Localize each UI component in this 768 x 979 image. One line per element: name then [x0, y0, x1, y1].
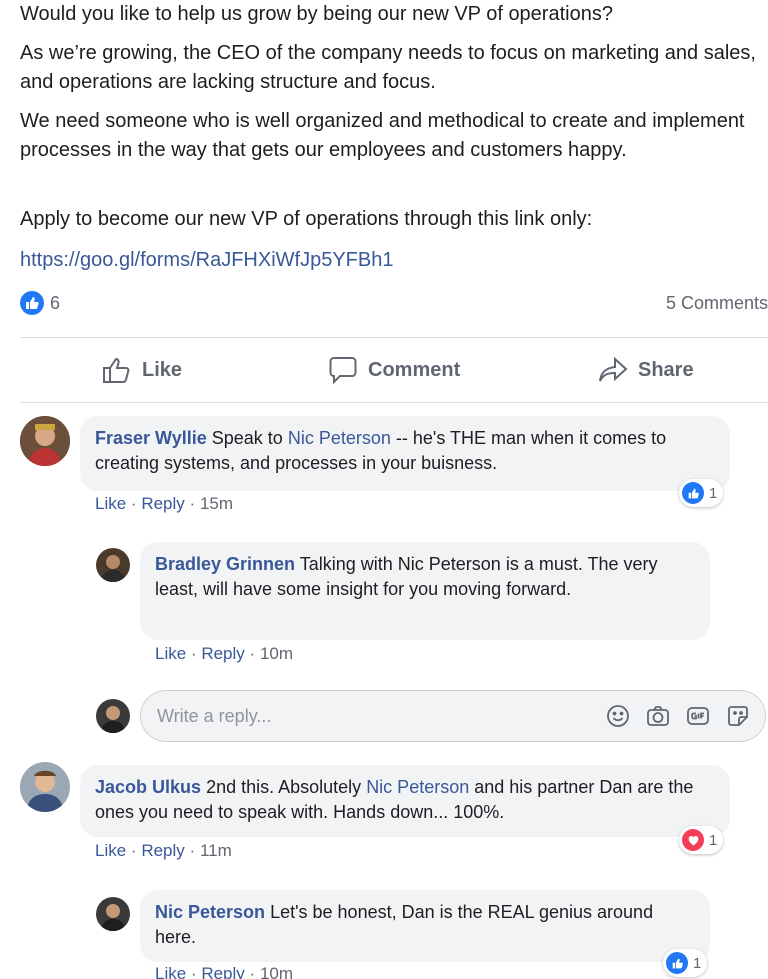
comment-like-link[interactable]: Like — [155, 964, 186, 979]
reaction-bar: 6 5 Comments — [20, 291, 768, 319]
comment-time[interactable]: 10m — [260, 964, 293, 979]
comment-author[interactable]: Nic Peterson — [155, 902, 265, 922]
emoji-icon[interactable] — [605, 703, 631, 729]
post-paragraph-2: As we’re growing, the CEO of the company… — [20, 42, 756, 93]
comment-bubble: Nic Peterson Let's be honest, Dan is the… — [140, 890, 710, 962]
comment-author[interactable]: Jacob Ulkus — [95, 777, 201, 797]
post-paragraph-4: Apply to become our new VP of operations… — [20, 208, 593, 230]
avatar[interactable] — [20, 762, 70, 812]
reaction-badge[interactable]: 1 — [679, 479, 724, 507]
comment-button[interactable]: Comment — [328, 348, 460, 392]
reaction-badge[interactable]: 1 — [663, 949, 708, 977]
avatar[interactable] — [20, 416, 70, 466]
share-icon — [599, 356, 628, 382]
post-paragraph-3: We need someone who is well organized an… — [20, 110, 745, 161]
heart-icon — [688, 835, 698, 845]
comment-reply-link[interactable]: Reply — [201, 964, 244, 979]
like-icon — [688, 488, 699, 498]
avatar[interactable] — [96, 897, 130, 931]
reaction-count[interactable]: 6 — [50, 293, 60, 313]
comment-bubble: Jacob Ulkus 2nd this. Absolutely Nic Pet… — [80, 765, 730, 837]
comment-reply-link[interactable]: Reply — [141, 494, 184, 513]
comment-text: Speak to — [211, 428, 283, 448]
divider — [20, 337, 768, 338]
reaction-count: 1 — [709, 831, 718, 849]
reply-input[interactable]: Write a reply... — [140, 690, 766, 742]
comment-meta: Like · Reply · 11m — [95, 841, 232, 860]
share-label: Share — [638, 358, 694, 381]
reply-placeholder: Write a reply... — [157, 705, 272, 726]
comment-label: Comment — [368, 358, 461, 381]
comment-bubble: Bradley Grinnen Talking with Nic Peterso… — [140, 542, 710, 640]
thumbs-up-icon — [103, 357, 130, 383]
mention-link[interactable]: Nic Peterson — [288, 428, 391, 448]
comment-meta: Like · Reply · 10m — [155, 964, 293, 979]
comment-bubble: Fraser Wyllie Speak to Nic Peterson -- h… — [80, 416, 730, 491]
post-paragraph-1: Would you like to help us grow by being … — [20, 3, 613, 25]
like-icon — [672, 958, 683, 968]
divider — [20, 402, 768, 403]
post-actions: Like Comment Share — [20, 348, 768, 392]
comment-like-link[interactable]: Like — [155, 644, 186, 663]
comment-time[interactable]: 11m — [200, 841, 232, 860]
avatar — [96, 699, 130, 733]
comment-meta: Like · Reply · 10m — [155, 644, 294, 663]
sticker-icon[interactable] — [725, 703, 751, 729]
comment-time[interactable]: 10m — [260, 644, 293, 663]
post-link[interactable]: https://goo.gl/forms/RaJFHXiWfJp5YFBh1 — [20, 246, 760, 275]
comment-icon — [329, 357, 357, 384]
comment-text: 2nd this. Absolutely — [206, 777, 362, 797]
like-button[interactable]: Like — [102, 348, 182, 392]
avatar[interactable] — [96, 548, 130, 582]
like-reaction-icon[interactable] — [20, 291, 44, 315]
camera-icon[interactable] — [645, 703, 671, 729]
comment-reply-link[interactable]: Reply — [201, 644, 244, 663]
comment-time[interactable]: 15m — [200, 494, 233, 513]
comment-like-link[interactable]: Like — [95, 494, 126, 513]
comment-author[interactable]: Fraser Wyllie — [95, 428, 207, 448]
gif-icon[interactable] — [685, 703, 711, 729]
comment-author[interactable]: Bradley Grinnen — [155, 554, 295, 574]
reaction-count: 1 — [709, 484, 718, 502]
comment-like-link[interactable]: Like — [95, 841, 126, 860]
mention-link[interactable]: Nic Peterson — [366, 777, 469, 797]
comment-reply-link[interactable]: Reply — [141, 841, 184, 860]
like-label: Like — [142, 358, 183, 381]
reaction-count: 1 — [693, 954, 702, 972]
share-button[interactable]: Share — [598, 348, 694, 392]
comment-meta: Like · Reply · 15m — [95, 494, 234, 513]
reaction-badge[interactable]: 1 — [679, 826, 724, 854]
comments-count[interactable]: 5 Comments — [666, 293, 768, 314]
